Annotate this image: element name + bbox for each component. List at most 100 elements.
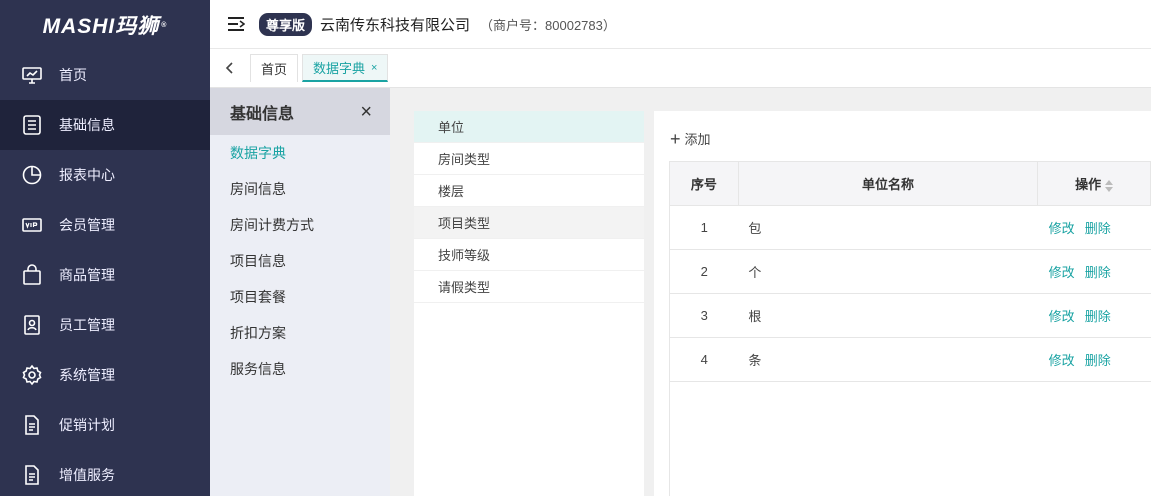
- dashboard-icon: [21, 64, 43, 86]
- sub-item-room-info[interactable]: 房间信息: [210, 171, 390, 207]
- sub-menu-title: 基础信息: [230, 105, 295, 123]
- nav-item-label: 报表中心: [59, 167, 115, 183]
- row-actions: 修改 删除: [1037, 293, 1151, 338]
- edit-button[interactable]: 修改: [1049, 353, 1075, 368]
- dict-type-project-type[interactable]: 项目类型: [414, 207, 644, 239]
- nav-item-members[interactable]: 会员管理: [0, 200, 210, 250]
- nav-item-label: 增值服务: [59, 467, 115, 483]
- table-empty-area: [669, 381, 1151, 496]
- add-button[interactable]: + 添加: [670, 129, 711, 148]
- dict-type-label: 单位: [438, 120, 465, 135]
- table-row: 2 个 修改 删除: [669, 249, 1151, 294]
- dict-type-technician-level[interactable]: 技师等级: [414, 239, 644, 271]
- plus-icon: +: [670, 128, 681, 149]
- dict-type-label: 房间类型: [438, 152, 491, 167]
- table-row: 1 包 修改 删除: [669, 205, 1151, 250]
- sub-item-label: 房间计费方式: [230, 217, 314, 233]
- top-header: 尊享版 云南传东科技有限公司 （商户号：80002783）: [210, 0, 1151, 49]
- tab-label: 首页: [261, 62, 288, 77]
- staff-badge-icon: [21, 314, 43, 336]
- unit-name: 根: [738, 293, 1038, 338]
- nav-item-label: 促销计划: [59, 417, 115, 433]
- table-row: 3 根 修改 删除: [669, 293, 1151, 338]
- tabs-bar: 首页 数据字典 ×: [210, 49, 1151, 88]
- main-content: 单位 房间类型 楼层 项目类型 技师等级 请假类型 + 添加 序号 单位名称 操…: [390, 88, 1151, 496]
- nav-item-system[interactable]: 系统管理: [0, 350, 210, 400]
- left-navigation: MASHI玛狮 ® 首页 基础信息 报表中心 会员管理 商品管理 员工管理 系统管…: [0, 0, 210, 496]
- file-icon: [21, 414, 43, 436]
- nav-item-staff[interactable]: 员工管理: [0, 300, 210, 350]
- sub-item-label: 项目套餐: [230, 289, 286, 305]
- delete-button[interactable]: 删除: [1085, 221, 1111, 236]
- nav-item-label: 基础信息: [59, 117, 115, 133]
- company-name: 云南传东科技有限公司: [320, 16, 471, 34]
- add-label: 添加: [684, 132, 711, 147]
- sub-item-project-info[interactable]: 项目信息: [210, 243, 390, 279]
- sub-item-label: 房间信息: [230, 181, 286, 197]
- dict-type-floor[interactable]: 楼层: [414, 175, 644, 207]
- sub-item-room-billing[interactable]: 房间计费方式: [210, 207, 390, 243]
- dict-type-label: 请假类型: [438, 280, 491, 295]
- sub-item-service-info[interactable]: 服务信息: [210, 351, 390, 387]
- delete-button[interactable]: 删除: [1085, 353, 1111, 368]
- edit-button[interactable]: 修改: [1049, 309, 1075, 324]
- nav-item-label: 商品管理: [59, 267, 115, 283]
- dict-type-room-type[interactable]: 房间类型: [414, 143, 644, 175]
- unit-name: 个: [738, 249, 1038, 294]
- brand-logo[interactable]: MASHI玛狮 ®: [0, 0, 210, 50]
- column-header-actions[interactable]: 操作: [1037, 161, 1151, 206]
- sub-item-label: 折扣方案: [230, 325, 286, 341]
- unit-table: 序号 单位名称 操作 1 包 修改 删除 2 个 修改 删除 3 根 修改 删除…: [669, 161, 1151, 382]
- sub-item-project-package[interactable]: 项目套餐: [210, 279, 390, 315]
- column-header-no: 序号: [669, 161, 739, 206]
- sub-item-discount[interactable]: 折扣方案: [210, 315, 390, 351]
- sub-item-label: 数据字典: [230, 145, 286, 161]
- shopping-bag-icon: [21, 264, 43, 286]
- nav-item-home[interactable]: 首页: [0, 50, 210, 100]
- row-number: 2: [669, 249, 739, 294]
- sub-item-data-dictionary[interactable]: 数据字典: [210, 135, 390, 171]
- menu-toggle-icon[interactable]: [227, 16, 245, 32]
- dict-type-leave-type[interactable]: 请假类型: [414, 271, 644, 303]
- pie-chart-icon: [21, 164, 43, 186]
- row-number: 4: [669, 337, 739, 382]
- vip-card-icon: [21, 214, 43, 236]
- trademark: ®: [161, 21, 168, 29]
- delete-button[interactable]: 删除: [1085, 265, 1111, 280]
- row-actions: 修改 删除: [1037, 249, 1151, 294]
- dict-type-unit[interactable]: 单位: [414, 111, 644, 143]
- logo-text: MASHI玛狮: [42, 15, 160, 38]
- delete-button[interactable]: 删除: [1085, 309, 1111, 324]
- close-icon[interactable]: ×: [360, 102, 372, 122]
- row-number: 1: [669, 205, 739, 250]
- row-number: 3: [669, 293, 739, 338]
- nav-item-products[interactable]: 商品管理: [0, 250, 210, 300]
- nav-item-reports[interactable]: 报表中心: [0, 150, 210, 200]
- nav-item-value-added[interactable]: 增值服务: [0, 450, 210, 496]
- tab-home[interactable]: 首页: [250, 54, 299, 82]
- sub-menu-panel: 基础信息 × 数据字典 房间信息 房间计费方式 项目信息 项目套餐 折扣方案 服…: [210, 88, 390, 496]
- sub-menu-header: 基础信息 ×: [210, 88, 390, 135]
- unit-table-panel: + 添加 序号 单位名称 操作 1 包 修改 删除 2 个 修改 删除 3 根 …: [654, 111, 1151, 496]
- row-actions: 修改 删除: [1037, 337, 1151, 382]
- sort-icon[interactable]: [1105, 179, 1114, 193]
- nav-item-promotions[interactable]: 促销计划: [0, 400, 210, 450]
- dict-type-label: 楼层: [438, 184, 465, 199]
- nav-item-basic-info[interactable]: 基础信息: [0, 100, 210, 150]
- tab-data-dictionary[interactable]: 数据字典 ×: [302, 54, 389, 82]
- table-row: 4 条 修改 删除: [669, 337, 1151, 382]
- edit-button[interactable]: 修改: [1049, 221, 1075, 236]
- nav-item-label: 首页: [59, 67, 87, 83]
- dict-type-label: 技师等级: [438, 248, 491, 263]
- sub-item-label: 项目信息: [230, 253, 286, 269]
- dictionary-type-list: 单位 房间类型 楼层 项目类型 技师等级 请假类型: [414, 111, 644, 496]
- row-actions: 修改 删除: [1037, 205, 1151, 250]
- dict-type-label: 项目类型: [438, 216, 491, 231]
- back-button[interactable]: [210, 49, 250, 88]
- unit-name: 条: [738, 337, 1038, 382]
- chevron-left-icon: [225, 62, 233, 74]
- nav-item-label: 会员管理: [59, 217, 115, 233]
- edit-button[interactable]: 修改: [1049, 265, 1075, 280]
- close-icon[interactable]: ×: [371, 62, 377, 74]
- gear-icon: [21, 364, 43, 386]
